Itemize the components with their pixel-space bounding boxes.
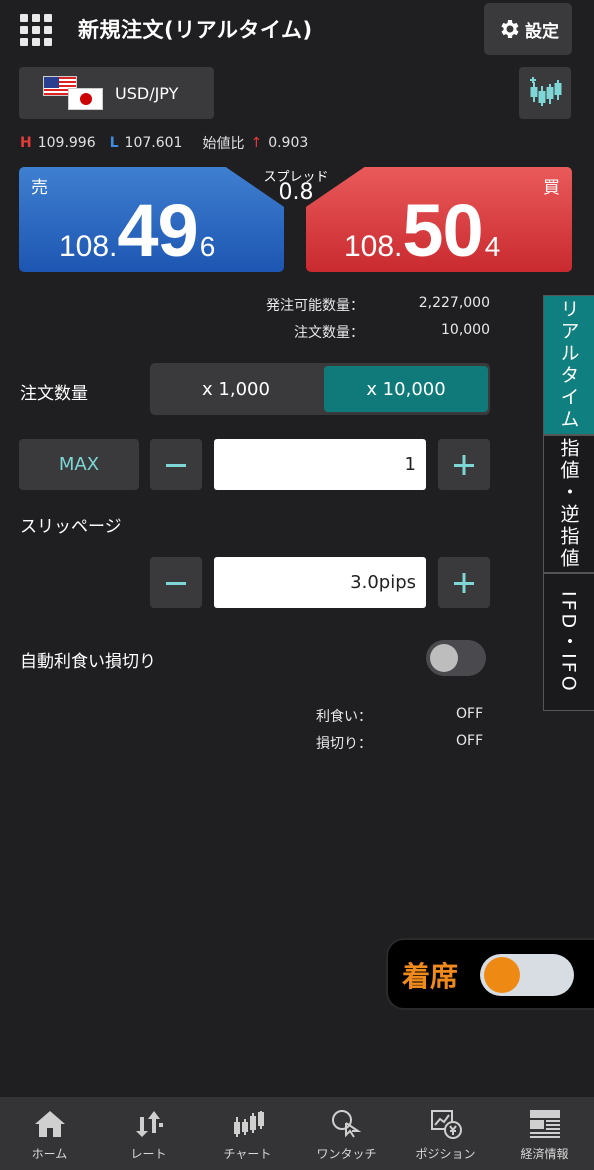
tab-limit-stop[interactable]: 指値・逆指値 xyxy=(543,435,594,573)
nav-position-label: ポジション xyxy=(415,1147,476,1161)
chart-button[interactable] xyxy=(519,67,571,119)
plus-icon xyxy=(454,454,474,475)
nav-news[interactable]: 経済情報 xyxy=(495,1097,594,1170)
news-icon xyxy=(529,1110,560,1138)
high-low-row: H 109.996 L 107.601 始値比 ↑ 0.903 xyxy=(20,133,308,153)
attendance-label: 着席 xyxy=(402,960,459,993)
tab-ifd-ifo[interactable]: IFD・IFO xyxy=(543,573,594,711)
sell-price: 108. 49 6 xyxy=(59,194,215,268)
one-touch-icon xyxy=(331,1110,361,1138)
plus-icon xyxy=(454,572,474,593)
sell-price-fraction: 6 xyxy=(199,231,216,262)
settings-button[interactable]: 設定 xyxy=(484,3,572,55)
order-qty-value: 10,000 xyxy=(441,322,490,338)
take-profit-label: 利食い： xyxy=(316,709,372,725)
quantity-decrement-button[interactable] xyxy=(150,439,202,490)
buy-button[interactable]: 買 108. 50 4 xyxy=(306,167,572,272)
buy-price: 108. 50 4 xyxy=(344,194,500,268)
auto-tp-sl-toggle[interactable] xyxy=(426,640,486,676)
low-label: L xyxy=(109,135,119,151)
slippage-increment-button[interactable] xyxy=(438,557,490,608)
slippage-label: スリッページ xyxy=(20,517,122,537)
stop-loss-label: 損切り： xyxy=(316,736,372,752)
nav-position[interactable]: ポジション xyxy=(396,1097,495,1170)
max-button[interactable]: MAX xyxy=(19,439,139,490)
high-label: H xyxy=(20,135,32,151)
stop-loss-value: OFF xyxy=(456,733,484,749)
nav-one-touch[interactable]: ワンタッチ xyxy=(297,1097,396,1170)
currency-pair-label: USD/JPY xyxy=(115,83,179,103)
attendance-toggle[interactable] xyxy=(480,954,574,996)
unit-option-10000[interactable]: x 10,000 xyxy=(324,366,488,412)
change-label: 始値比 xyxy=(202,136,245,152)
gear-icon xyxy=(501,20,519,38)
available-qty-value: 2,227,000 xyxy=(418,295,490,311)
nav-chart-label: チャート xyxy=(223,1147,272,1161)
nav-home-label: ホーム xyxy=(31,1147,68,1161)
currency-pair-button[interactable]: USD/JPY xyxy=(19,67,214,119)
quantity-input[interactable]: 1 xyxy=(214,439,426,490)
buy-label: 買 xyxy=(543,178,560,198)
minus-icon xyxy=(166,581,186,585)
high-value: 109.996 xyxy=(37,135,96,151)
nav-rate[interactable]: レート xyxy=(99,1097,198,1170)
unit-option-1000[interactable]: x 1,000 xyxy=(150,363,322,415)
sell-label: 売 xyxy=(31,178,48,198)
candlestick-icon xyxy=(530,77,562,106)
order-type-tabs: リアルタイム 指値・逆指値 IFD・IFO xyxy=(543,295,594,711)
take-profit-value: OFF xyxy=(456,706,484,722)
order-qty-row: 注文数量： 10,000 xyxy=(0,322,594,342)
auto-tp-sl-label: 自動利食い損切り xyxy=(20,652,156,672)
sell-price-pips: 49 xyxy=(117,189,198,272)
buy-price-base: 108. xyxy=(344,230,403,263)
quantity-label: 注文数量 xyxy=(20,384,88,404)
low-value: 107.601 xyxy=(124,135,183,151)
rate-icon xyxy=(135,1111,163,1137)
minus-icon xyxy=(166,463,186,467)
available-qty-row: 発注可能数量： 2,227,000 xyxy=(0,295,594,315)
quantity-increment-button[interactable] xyxy=(438,439,490,490)
slippage-input[interactable]: 3.0pips xyxy=(214,557,426,608)
nav-chart[interactable]: チャート xyxy=(198,1097,297,1170)
buy-price-fraction: 4 xyxy=(484,231,501,262)
position-icon xyxy=(430,1110,462,1139)
page-title: 新規注文(リアルタイム) xyxy=(78,18,313,42)
flag-icon xyxy=(43,74,105,112)
sell-price-base: 108. xyxy=(59,230,118,263)
nav-home[interactable]: ホーム xyxy=(0,1097,99,1170)
settings-label: 設定 xyxy=(525,21,559,42)
nav-rate-label: レート xyxy=(130,1147,167,1161)
chart-icon xyxy=(233,1111,264,1137)
nav-one-touch-label: ワンタッチ xyxy=(316,1147,377,1161)
nav-news-label: 経済情報 xyxy=(520,1147,569,1161)
tab-realtime[interactable]: リアルタイム xyxy=(543,295,594,435)
menu-grid-icon[interactable] xyxy=(20,14,52,46)
up-arrow-icon: ↑ xyxy=(250,135,263,151)
buy-price-pips: 50 xyxy=(402,189,483,272)
change-value: 0.903 xyxy=(268,135,309,151)
available-qty-label: 発注可能数量： xyxy=(266,298,364,314)
slippage-decrement-button[interactable] xyxy=(150,557,202,608)
order-qty-label: 注文数量： xyxy=(294,325,364,341)
sell-button[interactable]: 売 108. 49 6 xyxy=(19,167,284,272)
bottom-nav: ホーム レート チャート ワンタッチ ポジション 経済情報 xyxy=(0,1097,594,1170)
home-icon xyxy=(34,1111,65,1137)
